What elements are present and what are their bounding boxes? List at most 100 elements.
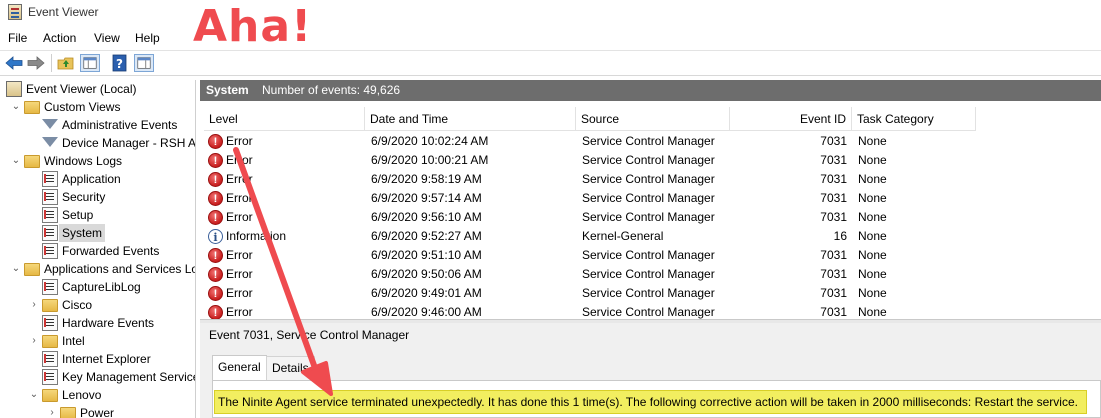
source-cell: Service Control Manager	[582, 267, 715, 281]
tree-item[interactable]: Application	[0, 170, 195, 188]
chevron-right-icon[interactable]: ›	[47, 404, 57, 418]
tree-item[interactable]: Key Management Service	[0, 368, 196, 386]
chevron-right-icon[interactable]: ›	[29, 332, 39, 350]
column-header-task-category[interactable]: Task Category	[852, 107, 976, 131]
datetime-cell: 6/9/2020 9:46:00 AM	[371, 305, 482, 319]
tree-item[interactable]: Device Manager - RSH A:	[0, 134, 195, 152]
tab-general[interactable]: General	[212, 355, 267, 381]
table-row[interactable]: Error 6/9/2020 9:46:00 AM Service Control …	[204, 303, 1101, 319]
tree-item-label: Windows Logs	[44, 154, 123, 168]
table-row[interactable]: Error 6/9/2020 9:57:14 AM Service Control …	[204, 189, 1101, 209]
menu-action[interactable]: Action	[43, 31, 76, 45]
tree-item[interactable]: ⌄ Applications and Services Lo	[0, 260, 196, 278]
tab-details[interactable]: Details	[266, 356, 315, 380]
tree-item[interactable]: › Power	[0, 404, 195, 418]
tree-item-label: Applications and Services Lo	[44, 262, 196, 276]
column-header-event-id[interactable]: Event ID	[730, 107, 852, 131]
table-row[interactable]: Error 6/9/2020 9:49:01 AM Service Control …	[204, 284, 1101, 304]
events-table: Level Date and Time Source Event ID Task…	[204, 107, 1101, 319]
tree-item[interactable]: Internet Explorer	[0, 350, 195, 368]
table-row[interactable]: Error 6/9/2020 9:56:10 AM Service Control …	[204, 208, 1101, 228]
error-icon	[208, 133, 223, 152]
table-row[interactable]: Error 6/9/2020 10:02:24 AM Service Control…	[204, 132, 1101, 152]
tree-item[interactable]: › Intel	[0, 332, 195, 350]
folder-up-icon[interactable]	[56, 54, 76, 72]
event-id-cell: 7031	[820, 153, 847, 167]
tree-item-label: Internet Explorer	[62, 352, 151, 366]
tree-item-label: Event Viewer (Local)	[26, 82, 137, 96]
tree-item[interactable]: › Cisco	[0, 296, 195, 314]
datetime-cell: 6/9/2020 9:51:10 AM	[371, 248, 482, 262]
tree-item[interactable]: Event Viewer (Local)	[0, 80, 195, 98]
help-icon[interactable]: ?	[110, 54, 130, 72]
log-icon	[42, 243, 58, 259]
event-details-pane: Event 7031, Service Control Manager Gene…	[200, 323, 1101, 418]
tree-item[interactable]: System	[0, 224, 195, 242]
table-row[interactable]: Error 6/9/2020 9:50:06 AM Service Control …	[204, 265, 1101, 285]
chevron-down-icon[interactable]: ⌄	[29, 386, 39, 404]
tree-item[interactable]: ⌄ Custom Views	[0, 98, 195, 116]
show-hide-console-tree-icon[interactable]	[80, 54, 100, 72]
filter-icon	[42, 119, 58, 129]
column-header-level[interactable]: Level	[204, 107, 365, 131]
folder-icon	[60, 407, 76, 418]
tree-item[interactable]: Setup	[0, 206, 195, 224]
tree-item-label: Forwarded Events	[62, 244, 160, 258]
toolbar-separator	[51, 54, 52, 72]
table-row[interactable]: Error 6/9/2020 9:58:19 AM Service Control …	[204, 170, 1101, 190]
chevron-right-icon[interactable]: ›	[29, 296, 39, 314]
tree-item-label: Key Management Service	[62, 370, 196, 384]
table-row[interactable]: Error 6/9/2020 10:00:21 AM Service Control…	[204, 151, 1101, 171]
tree-item-label: Power	[80, 406, 115, 418]
folder-icon	[24, 101, 40, 114]
tree-item[interactable]: Forwarded Events	[0, 242, 195, 260]
chevron-down-icon[interactable]: ⌄	[11, 260, 21, 278]
menu-bar: File Action View Help	[0, 26, 1101, 50]
menu-help[interactable]: Help	[135, 31, 160, 45]
annotation-text: Aha!	[193, 1, 313, 52]
source-cell: Service Control Manager	[582, 305, 715, 319]
error-icon	[208, 190, 223, 209]
tree-item-label: Cisco	[62, 298, 93, 312]
tree-item-label: Security	[62, 190, 106, 204]
tree-item[interactable]: CaptureLibLog	[0, 278, 195, 296]
tree-item[interactable]: Security	[0, 188, 195, 206]
menu-file[interactable]: File	[8, 31, 27, 45]
column-header-source[interactable]: Source	[576, 107, 730, 131]
event-details-title: Event 7031, Service Control Manager	[209, 328, 410, 342]
tree-item[interactable]: Administrative Events	[0, 116, 195, 134]
level-cell: Error	[226, 210, 253, 224]
forward-arrow-icon[interactable]	[26, 54, 46, 72]
log-name: System	[206, 83, 249, 97]
log-icon	[42, 225, 58, 241]
event-id-cell: 7031	[820, 286, 847, 300]
back-arrow-icon[interactable]	[4, 54, 24, 72]
tree-item[interactable]: Hardware Events	[0, 314, 195, 332]
tree-item-label: Administrative Events	[62, 118, 178, 132]
event-message[interactable]: The Ninite Agent service terminated unex…	[214, 390, 1087, 414]
column-header-date-and-time[interactable]: Date and Time	[365, 107, 576, 131]
action-pane-icon[interactable]	[134, 54, 154, 72]
chevron-down-icon[interactable]: ⌄	[11, 98, 21, 116]
window-title: Event Viewer	[28, 5, 99, 19]
event-id-cell: 7031	[820, 134, 847, 148]
event-id-cell: 7031	[820, 172, 847, 186]
category-cell: None	[858, 305, 887, 319]
level-cell: Information	[226, 229, 287, 243]
folder-icon	[42, 389, 58, 402]
menu-view[interactable]: View	[94, 31, 120, 45]
datetime-cell: 6/9/2020 9:56:10 AM	[371, 210, 482, 224]
category-cell: None	[858, 267, 887, 281]
tree-item[interactable]: ⌄ Lenovo	[0, 386, 195, 404]
tree-item[interactable]: ⌄ Windows Logs	[0, 152, 195, 170]
event-id-cell: 7031	[820, 305, 847, 319]
table-row[interactable]: Error 6/9/2020 9:51:10 AM Service Control …	[204, 246, 1101, 266]
table-row[interactable]: Information 6/9/2020 9:52:27 AM Kernel-Gen…	[204, 227, 1101, 247]
event-id-cell: 7031	[820, 267, 847, 281]
category-cell: None	[858, 153, 887, 167]
source-cell: Service Control Manager	[582, 172, 715, 186]
chevron-down-icon[interactable]: ⌄	[11, 152, 21, 170]
level-cell: Error	[226, 134, 253, 148]
